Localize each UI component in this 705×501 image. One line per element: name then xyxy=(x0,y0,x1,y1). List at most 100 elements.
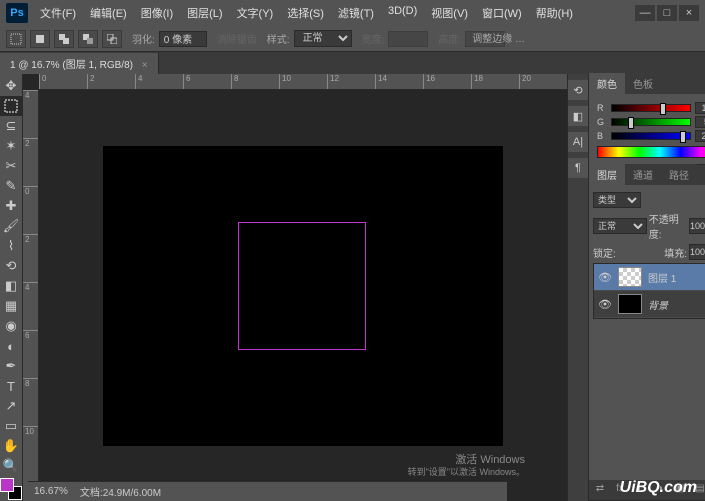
shape-tool-icon[interactable]: ▭ xyxy=(0,416,22,436)
zoom-level[interactable]: 16.67% xyxy=(34,486,68,497)
options-bar: 羽化: 消除锯齿 样式: 正常 宽度: 高度: xyxy=(0,26,705,52)
hand-tool-icon[interactable]: ✋ xyxy=(0,436,22,456)
color-panel: 颜色 色板 R 161 G 52 B 223 xyxy=(589,74,705,165)
type-tool-icon[interactable]: T xyxy=(0,376,22,396)
collapsed-panels: ⟲ ◧ A| ¶ xyxy=(567,74,588,501)
canvas[interactable] xyxy=(39,90,567,501)
menu-view[interactable]: 视图(V) xyxy=(425,2,474,24)
b-value[interactable]: 223 xyxy=(695,130,705,142)
heal-tool-icon[interactable]: ✚ xyxy=(0,196,22,216)
close-tab-icon[interactable]: × xyxy=(142,60,148,71)
opacity-input[interactable] xyxy=(689,218,705,234)
layer-row[interactable]: 👁 背景 🔒 xyxy=(594,291,705,318)
layer-list: 👁 图层 1 👁 背景 🔒 xyxy=(593,263,705,319)
marquee-tool-icon[interactable] xyxy=(0,96,22,116)
history-brush-tool-icon[interactable]: ⟲ xyxy=(0,256,22,276)
color-swatch[interactable] xyxy=(0,478,22,500)
brand-watermark: UiBQ.com xyxy=(620,479,697,497)
new-selection-icon[interactable] xyxy=(30,30,50,48)
g-value[interactable]: 52 xyxy=(695,116,705,128)
layers-panel: 图层 通道 路径 类型 正常 不透明度: 锁定: 填充: xyxy=(589,165,705,501)
r-slider[interactable] xyxy=(611,104,691,112)
char-panel-icon[interactable]: A| xyxy=(568,132,588,152)
spectrum-bar[interactable] xyxy=(597,146,705,158)
tool-preset-icon[interactable] xyxy=(6,30,26,48)
b-label: B xyxy=(597,131,607,141)
menu-filter[interactable]: 滤镜(T) xyxy=(332,2,380,24)
g-slider[interactable] xyxy=(611,118,691,126)
close-window-button[interactable]: × xyxy=(679,5,699,21)
maximize-button[interactable]: □ xyxy=(657,5,677,21)
history-panel-icon[interactable]: ⟲ xyxy=(568,80,588,100)
layer-name[interactable]: 图层 1 xyxy=(648,270,705,285)
menu-select[interactable]: 选择(S) xyxy=(281,2,330,24)
wand-tool-icon[interactable]: ✶ xyxy=(0,136,22,156)
add-selection-icon[interactable] xyxy=(54,30,74,48)
blur-tool-icon[interactable]: ◉ xyxy=(0,316,22,336)
menu-file[interactable]: 文件(F) xyxy=(34,2,82,24)
refine-edge-button[interactable]: 调整边缘 … xyxy=(472,30,525,45)
feather-input[interactable] xyxy=(159,31,207,47)
title-bar: Ps 文件(F) 编辑(E) 图像(I) 图层(L) 文字(Y) 选择(S) 滤… xyxy=(0,0,705,26)
menu-image[interactable]: 图像(I) xyxy=(135,2,179,24)
status-bar: 16.67% 文档:24.9M/6.00M xyxy=(28,481,507,501)
tab-channels[interactable]: 通道 xyxy=(625,164,661,185)
menu-help[interactable]: 帮助(H) xyxy=(530,2,579,24)
brush-tool-icon[interactable]: 🖌 xyxy=(0,216,22,236)
visibility-icon[interactable]: 👁 xyxy=(598,298,612,311)
link-layers-icon[interactable]: ⇄ xyxy=(592,483,608,497)
width-input xyxy=(388,31,428,47)
pen-tool-icon[interactable]: ✒ xyxy=(0,356,22,376)
zoom-tool-icon[interactable]: 🔍 xyxy=(0,456,22,476)
style-select[interactable]: 正常 xyxy=(294,30,352,47)
layer-filter-kind[interactable]: 类型 xyxy=(593,192,641,208)
ruler-vertical: 420246810 xyxy=(23,90,39,501)
layer-row[interactable]: 👁 图层 1 xyxy=(594,264,705,291)
crop-tool-icon[interactable]: ✂ xyxy=(0,156,22,176)
tab-color[interactable]: 颜色 xyxy=(589,73,625,94)
menu-edit[interactable]: 编辑(E) xyxy=(84,2,133,24)
minimize-button[interactable]: — xyxy=(635,5,655,21)
r-label: R xyxy=(597,103,607,113)
layer-name[interactable]: 背景 xyxy=(648,297,704,312)
tab-paths[interactable]: 路径 xyxy=(661,164,697,185)
move-tool-icon[interactable]: ✥ xyxy=(0,76,22,96)
menu-type[interactable]: 文字(Y) xyxy=(231,2,280,24)
menu-window[interactable]: 窗口(W) xyxy=(476,2,528,24)
gradient-tool-icon[interactable]: ▦ xyxy=(0,296,22,316)
subtract-selection-icon[interactable] xyxy=(78,30,98,48)
properties-panel-icon[interactable]: ◧ xyxy=(568,106,588,126)
app-logo: Ps xyxy=(6,3,28,23)
artboard[interactable] xyxy=(103,146,503,446)
style-label: 样式: xyxy=(267,31,290,46)
layer-thumb[interactable] xyxy=(618,267,642,287)
height-label: 高度: xyxy=(438,31,461,46)
g-label: G xyxy=(597,117,607,127)
path-tool-icon[interactable]: ↗ xyxy=(0,396,22,416)
doc-size: 24.9M/6.00M xyxy=(103,488,161,499)
menu-layer[interactable]: 图层(L) xyxy=(181,2,228,24)
stamp-tool-icon[interactable]: ⌇ xyxy=(0,236,22,256)
r-value[interactable]: 161 xyxy=(695,102,705,114)
document-tab[interactable]: 1 @ 16.7% (图层 1, RGB/8) × xyxy=(0,53,159,74)
rectangle-selection[interactable] xyxy=(238,222,366,350)
lock-label: 锁定: xyxy=(593,245,616,260)
document-tabs: 1 @ 16.7% (图层 1, RGB/8) × xyxy=(0,52,705,74)
lasso-tool-icon[interactable]: ⊆ xyxy=(0,116,22,136)
fill-input[interactable] xyxy=(689,244,705,260)
blend-mode-select[interactable]: 正常 xyxy=(593,218,647,234)
menu-bar: 文件(F) 编辑(E) 图像(I) 图层(L) 文字(Y) 选择(S) 滤镜(T… xyxy=(34,2,635,24)
menu-3d[interactable]: 3D(D) xyxy=(382,2,423,24)
layer-thumb[interactable] xyxy=(618,294,642,314)
opacity-label: 不透明度: xyxy=(649,211,687,241)
canvas-area: 02468101214161820 420246810 xyxy=(23,74,567,501)
eraser-tool-icon[interactable]: ◧ xyxy=(0,276,22,296)
b-slider[interactable] xyxy=(611,132,691,140)
para-panel-icon[interactable]: ¶ xyxy=(568,158,588,178)
tab-layers[interactable]: 图层 xyxy=(589,164,625,185)
dodge-tool-icon[interactable]: ◐ xyxy=(0,336,22,356)
visibility-icon[interactable]: 👁 xyxy=(598,271,612,284)
tab-swatches[interactable]: 色板 xyxy=(625,73,661,94)
intersect-selection-icon[interactable] xyxy=(102,30,122,48)
eyedropper-tool-icon[interactable]: ✎ xyxy=(0,176,22,196)
